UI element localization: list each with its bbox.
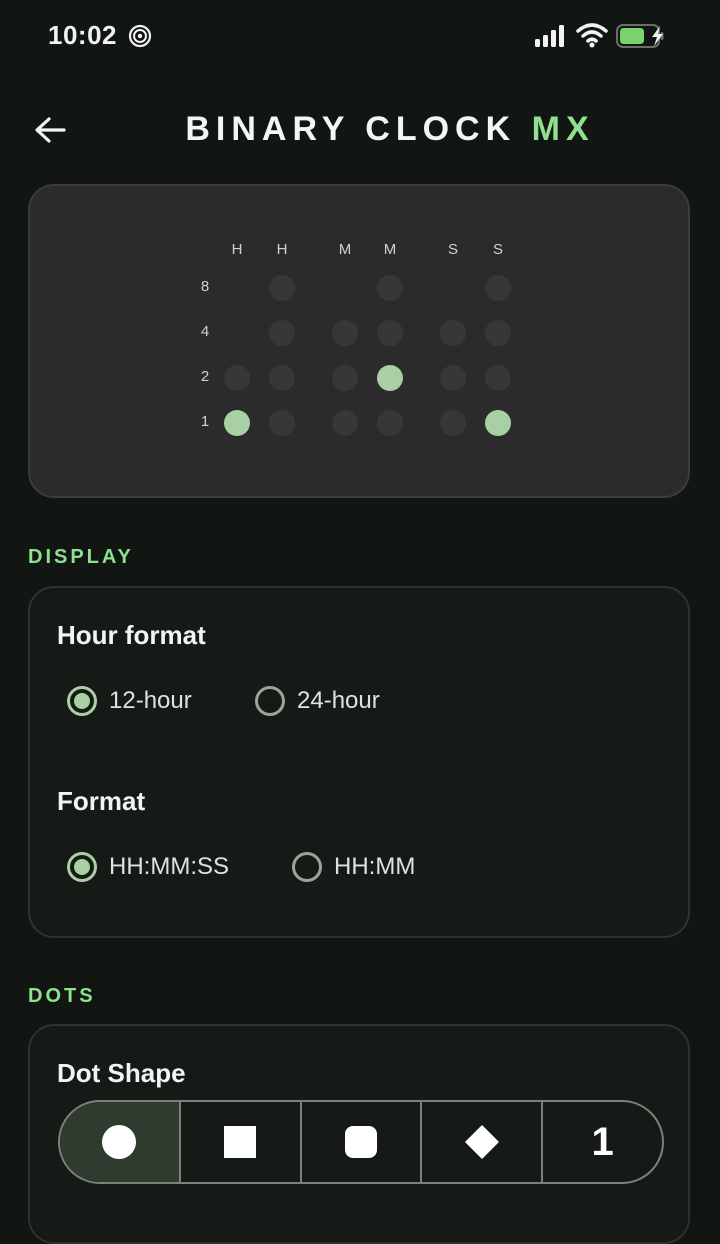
page-title-main: BINARY CLOCK bbox=[185, 110, 517, 148]
display-settings-card: Hour format 12-hour 24-hour Format HH:MM… bbox=[28, 586, 690, 938]
column-label: M bbox=[338, 241, 352, 258]
bit-dot bbox=[332, 365, 358, 391]
status-bar: 10:02 bbox=[0, 0, 720, 72]
square-icon bbox=[224, 1126, 257, 1158]
row-label: 8 bbox=[200, 278, 210, 295]
radio-24-hour[interactable]: 24-hour bbox=[255, 686, 380, 716]
format-heading: Format bbox=[57, 786, 146, 816]
bit-dot bbox=[332, 410, 358, 436]
wifi-icon bbox=[576, 23, 608, 48]
column-label: H bbox=[276, 241, 288, 258]
section-title-dots: DOTS bbox=[28, 985, 96, 1007]
bit-dot bbox=[224, 410, 250, 436]
row-label: 2 bbox=[200, 368, 210, 385]
radio-checked-icon bbox=[67, 686, 97, 716]
digit-option-label: 1 bbox=[591, 1119, 614, 1164]
shape-option-diamond[interactable] bbox=[422, 1102, 544, 1182]
dot-shape-selector: 1 bbox=[58, 1100, 664, 1184]
column-label: S bbox=[492, 241, 503, 258]
hour-format-heading: Hour format bbox=[57, 620, 206, 650]
bit-dot bbox=[377, 275, 403, 301]
radio-hh-mm[interactable]: HH:MM bbox=[292, 852, 415, 882]
dot-shape-heading: Dot Shape bbox=[57, 1058, 186, 1088]
bit-dot bbox=[332, 320, 358, 346]
shape-option-square[interactable] bbox=[181, 1102, 302, 1182]
shape-option-digit[interactable]: 1 bbox=[543, 1102, 662, 1182]
rounded-square-icon bbox=[344, 1126, 377, 1158]
diamond-icon bbox=[464, 1125, 499, 1159]
bit-dot bbox=[440, 365, 466, 391]
radio-label: 12-hour bbox=[109, 687, 192, 714]
circle-icon bbox=[102, 1125, 137, 1159]
bit-dot bbox=[377, 365, 403, 391]
battery-charging-icon bbox=[616, 24, 664, 48]
bit-dot bbox=[485, 320, 511, 346]
bit-dot bbox=[269, 320, 295, 346]
bit-dot bbox=[377, 410, 403, 436]
bit-dot bbox=[485, 275, 511, 301]
page-title-accent: MX bbox=[531, 110, 595, 148]
section-title-display: DISPLAY bbox=[28, 546, 134, 568]
radio-unchecked-icon bbox=[255, 686, 285, 716]
bit-dot bbox=[485, 410, 511, 436]
column-label: M bbox=[383, 241, 397, 258]
row-label: 1 bbox=[200, 413, 210, 430]
column-label: H bbox=[231, 241, 243, 258]
bit-dot bbox=[269, 365, 295, 391]
radio-hh-mm-ss[interactable]: HH:MM:SS bbox=[67, 852, 229, 882]
focus-mode-icon bbox=[128, 24, 152, 48]
clock-preview-card: H H M M S S 8 4 2 1 bbox=[28, 184, 690, 498]
bit-dot bbox=[224, 365, 250, 391]
radio-label: HH:MM:SS bbox=[109, 853, 229, 880]
app-header: BINARY CLOCK MX bbox=[0, 90, 720, 170]
bit-dot bbox=[269, 410, 295, 436]
status-time: 10:02 bbox=[48, 20, 117, 50]
cellular-signal-icon bbox=[535, 25, 564, 47]
radio-unchecked-icon bbox=[292, 852, 322, 882]
shape-option-circle[interactable] bbox=[60, 1102, 181, 1182]
radio-label: HH:MM bbox=[334, 853, 416, 880]
row-label: 4 bbox=[200, 323, 210, 340]
bit-dot bbox=[485, 365, 511, 391]
shape-option-rounded-square[interactable] bbox=[302, 1102, 423, 1182]
bit-dot bbox=[440, 410, 466, 436]
column-label: S bbox=[447, 241, 458, 258]
bit-dot bbox=[377, 320, 403, 346]
radio-12-hour[interactable]: 12-hour bbox=[67, 686, 192, 716]
radio-checked-icon bbox=[67, 852, 97, 882]
bit-dot bbox=[269, 275, 295, 301]
page-title: BINARY CLOCK MX bbox=[0, 110, 720, 149]
dots-settings-card: Dot Shape 1 bbox=[28, 1024, 690, 1244]
radio-label: 24-hour bbox=[297, 687, 380, 714]
bit-dot bbox=[440, 320, 466, 346]
